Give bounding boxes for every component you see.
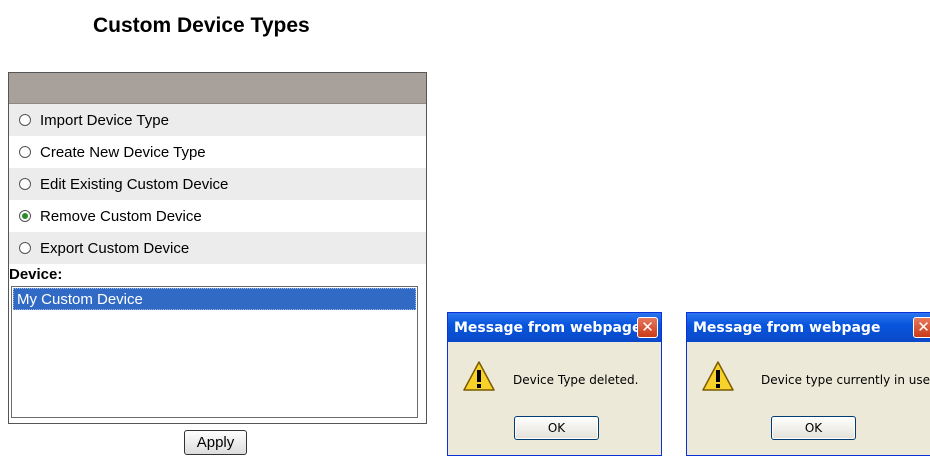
dialog-title: Message from webpage <box>693 319 881 336</box>
radio-remove[interactable] <box>19 210 31 222</box>
option-label: Export Custom Device <box>40 239 190 257</box>
option-label: Remove Custom Device <box>40 207 202 225</box>
dialog-message: Device Type deleted. <box>513 373 639 387</box>
device-label: Device: <box>9 266 63 283</box>
option-label: Import Device Type <box>40 111 169 129</box>
dialog-title-bar: Message from webpage ✕ <box>687 313 930 342</box>
device-listbox[interactable]: My Custom Device <box>11 286 418 418</box>
option-create-new-device-type[interactable]: Create New Device Type <box>9 136 426 168</box>
dialog-title: Message from webpage <box>454 319 642 336</box>
radio-edit[interactable] <box>19 178 31 190</box>
ok-button[interactable]: OK <box>514 416 599 440</box>
option-export-custom-device[interactable]: Export Custom Device <box>9 232 426 264</box>
close-icon[interactable]: ✕ <box>637 317 658 338</box>
ok-button[interactable]: OK <box>771 416 856 440</box>
warning-icon <box>463 361 495 391</box>
panel-header-bar <box>9 73 426 104</box>
radio-import[interactable] <box>19 114 31 126</box>
dialog-message: Device type currently in use. <box>761 373 930 387</box>
dialog-body: Device type currently in use. OK <box>687 342 930 455</box>
page-title: Custom Device Types <box>93 14 310 37</box>
option-edit-existing-custom-device[interactable]: Edit Existing Custom Device <box>9 168 426 200</box>
list-item-device[interactable]: My Custom Device <box>13 288 416 310</box>
apply-button[interactable]: Apply <box>184 430 247 455</box>
radio-create[interactable] <box>19 146 31 158</box>
message-dialog-deleted: Message from webpage ✕ Device Type delet… <box>447 312 662 456</box>
option-label: Create New Device Type <box>40 143 206 161</box>
close-icon[interactable]: ✕ <box>913 317 930 338</box>
message-dialog-in-use: Message from webpage ✕ Device type curre… <box>686 312 930 456</box>
dialog-title-bar: Message from webpage ✕ <box>448 313 661 342</box>
option-import-device-type[interactable]: Import Device Type <box>9 104 426 136</box>
warning-icon <box>702 361 734 391</box>
device-type-panel: Import Device Type Create New Device Typ… <box>8 72 427 424</box>
dialog-body: Device Type deleted. OK <box>448 342 661 455</box>
option-label: Edit Existing Custom Device <box>40 175 229 193</box>
option-remove-custom-device[interactable]: Remove Custom Device <box>9 200 426 232</box>
radio-export[interactable] <box>19 242 31 254</box>
